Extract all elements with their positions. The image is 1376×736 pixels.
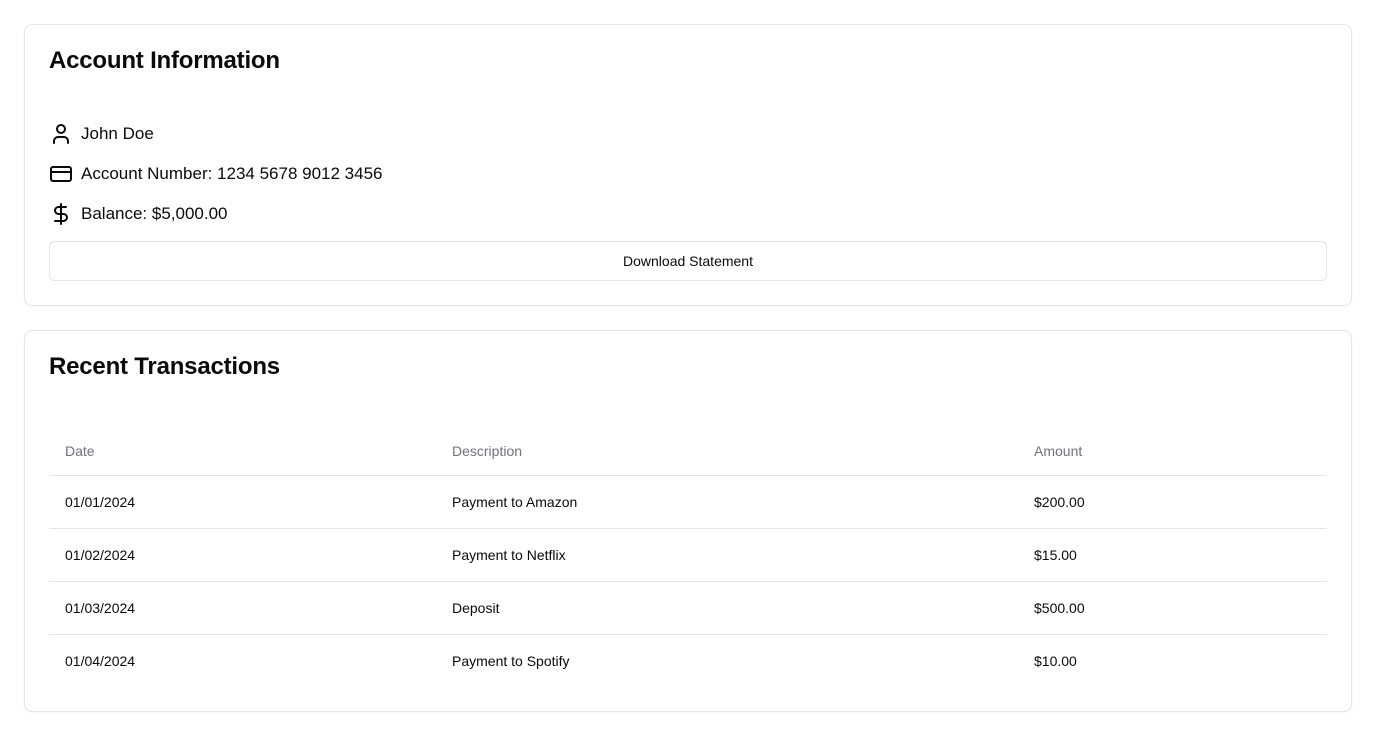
transaction-date: 01/02/2024 xyxy=(49,528,436,582)
user-icon xyxy=(49,122,73,146)
balance-text: Balance: $5,000.00 xyxy=(81,204,228,223)
account-number-row: Account Number: 1234 5678 9012 3456 xyxy=(49,162,383,186)
account-holder-name: John Doe xyxy=(81,124,154,143)
transaction-description: Deposit xyxy=(436,581,1018,635)
transaction-amount: $500.00 xyxy=(1018,581,1327,635)
transaction-date: 01/03/2024 xyxy=(49,581,436,635)
transaction-amount: $200.00 xyxy=(1018,475,1327,529)
table-header-row: Date Description Amount xyxy=(49,427,1327,476)
transaction-description: Payment to Netflix xyxy=(436,528,1018,582)
column-header-date: Date xyxy=(49,427,436,476)
credit-card-icon xyxy=(49,162,73,186)
recent-transactions-title: Recent Transactions xyxy=(49,353,280,380)
table-row: 01/01/2024 Payment to Amazon $200.00 xyxy=(49,475,1327,529)
table-row: 01/03/2024 Deposit $500.00 xyxy=(49,581,1327,635)
recent-transactions-card: Recent Transactions Date Description Amo… xyxy=(24,330,1352,712)
transaction-description: Payment to Amazon xyxy=(436,475,1018,529)
account-holder-row: John Doe xyxy=(49,122,154,146)
transaction-amount: $10.00 xyxy=(1034,652,1077,669)
transactions-table: Date Description Amount 01/01/2024 Payme… xyxy=(49,427,1327,687)
transaction-date: 01/04/2024 xyxy=(65,652,136,669)
column-header-description: Description xyxy=(436,427,1018,476)
account-information-title: Account Information xyxy=(49,47,280,74)
download-statement-button[interactable]: Download Statement xyxy=(49,241,1327,281)
dollar-sign-icon xyxy=(49,202,73,226)
account-number-text: Account Number: 1234 5678 9012 3456 xyxy=(81,164,383,183)
column-header-amount: Amount xyxy=(1018,427,1327,476)
transaction-date: 01/01/2024 xyxy=(49,475,436,529)
account-information-card: Account Information John Doe Account Num… xyxy=(24,24,1352,306)
table-row: 01/02/2024 Payment to Netflix $15.00 xyxy=(49,528,1327,582)
table-row: 01/04/2024 Payment to Spotify $10.00 xyxy=(49,634,1327,687)
transaction-amount: $15.00 xyxy=(1018,528,1327,582)
transaction-description: Payment to Spotify xyxy=(452,652,570,669)
balance-row: Balance: $5,000.00 xyxy=(49,202,228,226)
